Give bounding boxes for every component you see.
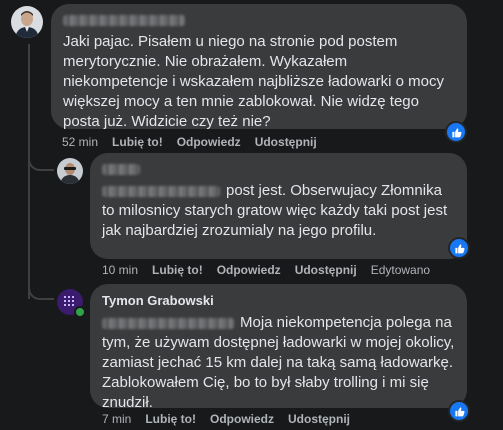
- author-name[interactable]: Tymon Grabowski: [102, 293, 455, 308]
- thread-connector-1: [28, 155, 54, 171]
- like-button[interactable]: Lubię to!: [112, 135, 163, 149]
- author-name-redacted[interactable]: [102, 161, 455, 176]
- timestamp[interactable]: 52 min: [62, 135, 98, 149]
- thread-connector-2: [28, 282, 54, 300]
- comment-text: Jaki pajac. Pisałem u niego na stronie p…: [63, 33, 444, 130]
- avatar[interactable]: [11, 6, 43, 38]
- avatar[interactable]: [57, 158, 83, 184]
- like-thumb-icon: [454, 243, 465, 253]
- comment-actions: 7 min Lubię to! Odpowiedz Udostępnij: [102, 412, 350, 426]
- comment-bubble: Tymon Grabowski Moja niekompetencja pole…: [90, 284, 467, 411]
- comment-bubble: post jest. Obserwujacy Złomnika to milos…: [90, 153, 467, 259]
- comment-bubble: Jaki pajac. Pisałem u niego na stronie p…: [51, 4, 467, 130]
- like-thumb-icon: [451, 127, 462, 137]
- share-button[interactable]: Udostępnij: [295, 263, 357, 277]
- thread-line-main: [28, 44, 30, 299]
- mention-redacted[interactable]: [102, 185, 220, 197]
- share-button[interactable]: Udostępnij: [288, 412, 350, 426]
- like-reaction-badge[interactable]: [448, 237, 470, 259]
- reply-button[interactable]: Odpowiedz: [217, 263, 281, 277]
- reply-button[interactable]: Odpowiedz: [177, 135, 241, 149]
- like-reaction-badge[interactable]: [448, 400, 470, 422]
- comment-actions: 10 min Lubię to! Odpowiedz Udostępnij Ed…: [102, 263, 430, 277]
- edited-label[interactable]: Edytowano: [371, 263, 430, 277]
- author-name-redacted[interactable]: [63, 12, 455, 28]
- mention-redacted[interactable]: [102, 317, 234, 329]
- timestamp[interactable]: 7 min: [102, 412, 131, 426]
- timestamp[interactable]: 10 min: [102, 263, 138, 277]
- share-button[interactable]: Udostępnij: [255, 135, 317, 149]
- like-thumb-icon: [454, 406, 465, 416]
- comment-actions: 52 min Lubię to! Odpowiedz Udostępnij: [62, 135, 317, 149]
- like-button[interactable]: Lubię to!: [152, 263, 203, 277]
- reply-button[interactable]: Odpowiedz: [210, 412, 274, 426]
- comment-text: Moja niekompetencja polega na tym, że uż…: [102, 314, 455, 411]
- online-status-dot: [74, 306, 86, 318]
- comment-text: post jest. Obserwujacy Złomnika to milos…: [102, 182, 448, 239]
- like-button[interactable]: Lubię to!: [145, 412, 196, 426]
- like-reaction-badge[interactable]: [445, 121, 467, 143]
